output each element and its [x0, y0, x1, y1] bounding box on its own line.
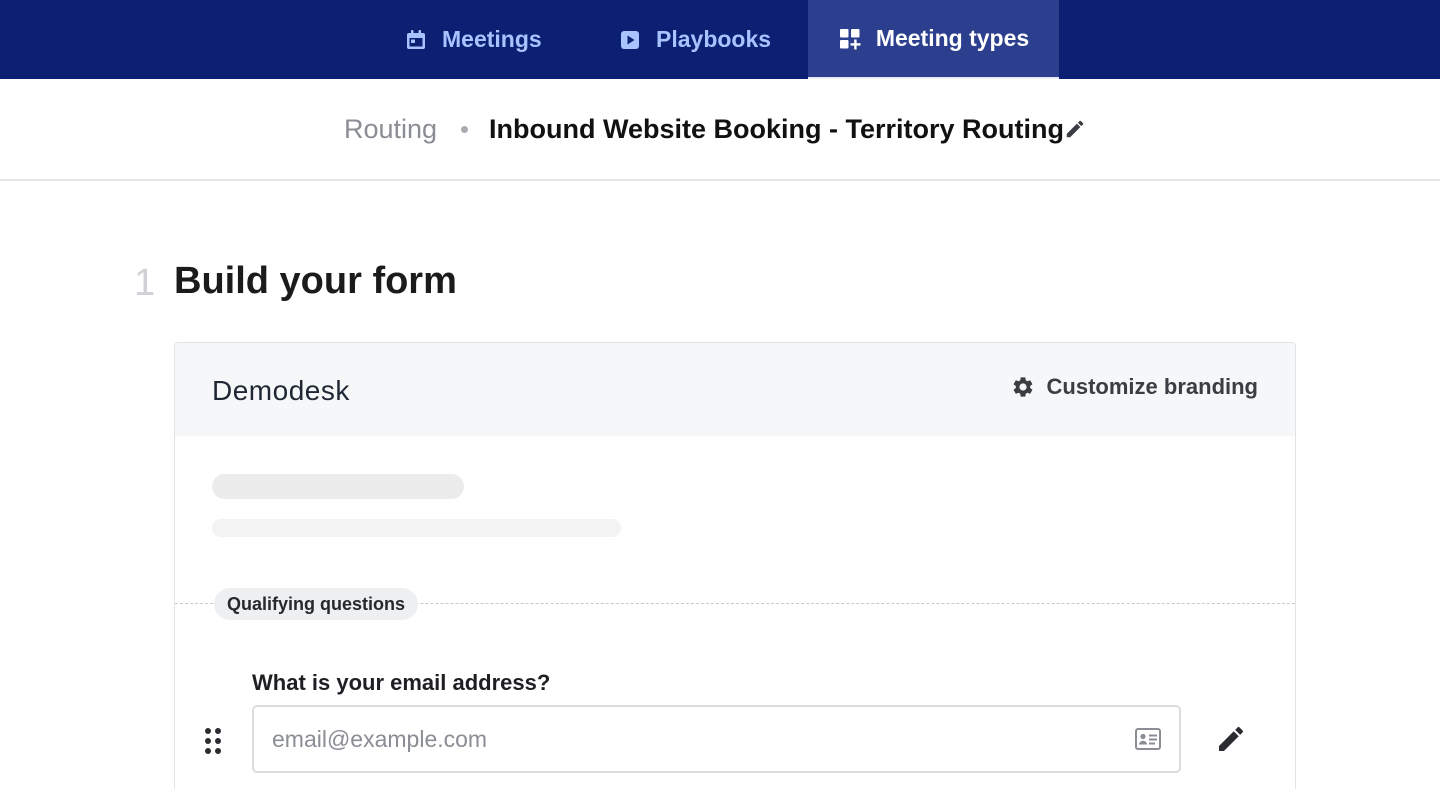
calendar-icon [404, 28, 428, 52]
qualifying-questions-badge: Qualifying questions [214, 588, 419, 620]
email-field-wrapper [252, 705, 1181, 773]
brand-logo: Demodesk [212, 375, 350, 406]
tab-meetings-label: Meetings [442, 26, 542, 52]
form-preview-card: Demodesk Customize branding Qualifying q… [174, 342, 1296, 789]
skeleton-title-placeholder [212, 474, 464, 499]
tab-meeting-types[interactable]: Meeting types [808, 0, 1059, 79]
contact-card-icon [1135, 727, 1161, 751]
breadcrumb: Routing Inbound Website Booking - Territ… [0, 79, 1440, 181]
breadcrumb-separator [461, 79, 469, 179]
question-label: What is your email address? [252, 670, 551, 695]
tab-playbooks[interactable]: Playbooks [608, 0, 788, 79]
edit-title-button[interactable] [1064, 79, 1090, 179]
breadcrumb-parent[interactable]: Routing [344, 79, 437, 179]
form-card-header: Demodesk Customize branding [175, 343, 1295, 436]
skeleton-description-placeholder [212, 519, 621, 537]
tab-meetings[interactable]: Meetings [394, 0, 564, 79]
tab-playbooks-label: Playbooks [656, 26, 772, 52]
edit-question-button[interactable] [1215, 723, 1247, 755]
dashboard-add-icon [838, 27, 862, 51]
customize-branding-label: Customize branding [1046, 374, 1258, 399]
pencil-icon [1219, 726, 1244, 751]
page-title: Inbound Website Booking - Territory Rout… [489, 113, 1064, 144]
pencil-icon [1066, 120, 1084, 138]
gear-icon [1013, 377, 1032, 397]
drag-handle-icon[interactable] [203, 727, 223, 755]
tab-meeting-types-label: Meeting types [875, 25, 1030, 51]
customize-branding-button[interactable]: Customize branding [1011, 374, 1258, 400]
play-icon [618, 28, 642, 52]
step-number: 1 [134, 262, 156, 304]
section-title: Build your form [174, 260, 457, 302]
email-field[interactable] [254, 709, 1094, 769]
top-navigation: Meetings Playbooks Meeting types [0, 0, 1440, 79]
